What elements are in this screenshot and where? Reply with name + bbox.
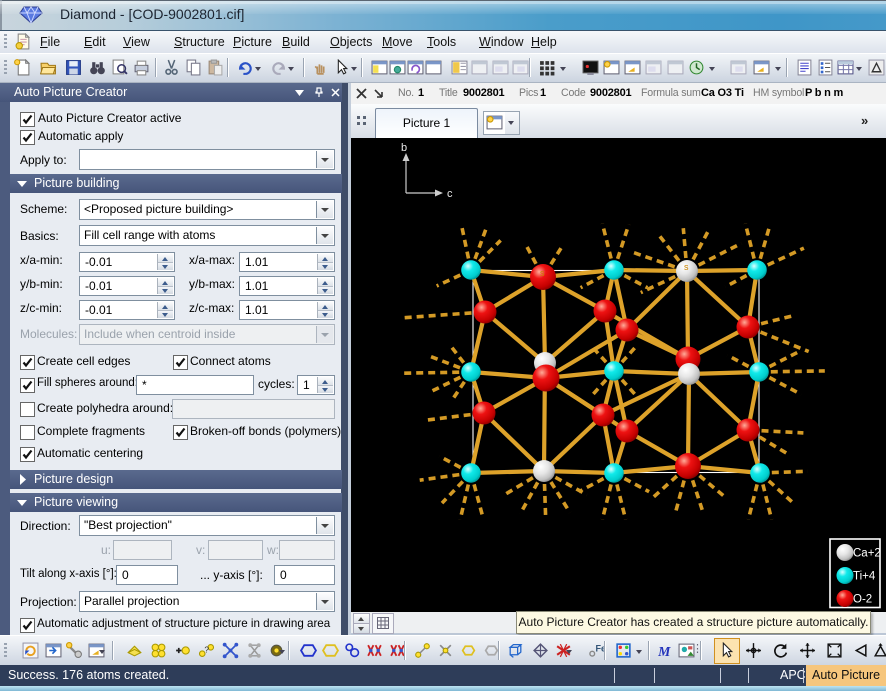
svg-text:Ca+2: Ca+2 xyxy=(853,548,881,560)
svg-text:c: c xyxy=(447,188,453,200)
svg-text:O-2: O-2 xyxy=(853,594,872,606)
svg-text:b: b xyxy=(401,142,407,154)
svg-text:M: M xyxy=(657,644,671,659)
svg-text:?: ? xyxy=(204,645,209,655)
svg-text:s: s xyxy=(540,268,545,278)
svg-text:Ti+4: Ti+4 xyxy=(853,571,876,583)
svg-text:s: s xyxy=(684,262,689,272)
